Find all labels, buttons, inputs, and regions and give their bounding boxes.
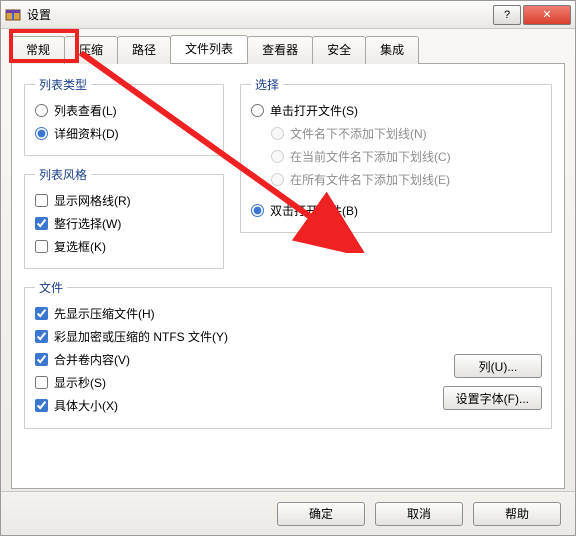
- help-button[interactable]: 帮助: [473, 502, 561, 526]
- group-list-style: 列表风格 显示网格线(R) 整行选择(W) 复选框(K): [24, 166, 224, 269]
- check-checkboxes[interactable]: 复选框(K): [35, 235, 213, 258]
- group-list-type-legend: 列表类型: [35, 76, 91, 93]
- set-font-button[interactable]: 设置字体(F)...: [443, 386, 542, 410]
- titlebar-close-button[interactable]: ✕: [523, 5, 571, 25]
- radio-single-click[interactable]: 单击打开文件(S): [251, 99, 541, 122]
- radio-underline-all: 在所有文件名下添加下划线(E): [271, 168, 541, 191]
- settings-window: 设置 ? ✕ 常规 压缩 路径 文件列表 查看器 安全 集成 列表类型 列表查看…: [0, 0, 576, 536]
- tab-integration[interactable]: 集成: [365, 36, 419, 64]
- tabstrip: 常规 压缩 路径 文件列表 查看器 安全 集成: [1, 29, 575, 63]
- help-icon: ?: [504, 9, 510, 21]
- dialog-button-bar: 确定 取消 帮助: [1, 491, 575, 535]
- radio-underline-none: 文件名下不添加下划线(N): [271, 122, 541, 145]
- titlebar: 设置 ? ✕: [1, 1, 575, 29]
- tab-pane: 列表类型 列表查看(L) 详细资料(D) 列表风格 显示网格线(R): [11, 63, 565, 489]
- group-selection-legend: 选择: [251, 76, 283, 93]
- check-gridlines[interactable]: 显示网格线(R): [35, 189, 213, 212]
- window-title: 设置: [27, 6, 51, 23]
- check-fullrow[interactable]: 整行选择(W): [35, 212, 213, 235]
- tab-filelist[interactable]: 文件列表: [170, 35, 248, 63]
- tab-viewer[interactable]: 查看器: [247, 36, 313, 64]
- columns-button[interactable]: 列(U)...: [454, 354, 542, 378]
- radio-underline-current: 在当前文件名下添加下划线(C): [271, 145, 541, 168]
- side-buttons: 列(U)... 设置字体(F)...: [443, 354, 542, 410]
- close-icon: ✕: [542, 8, 551, 21]
- group-list-type: 列表类型 列表查看(L) 详细资料(D): [24, 76, 224, 156]
- tab-paths[interactable]: 路径: [117, 36, 171, 64]
- radio-double-click[interactable]: 双击打开文件(B): [251, 199, 541, 222]
- titlebar-help-button[interactable]: ?: [493, 5, 521, 25]
- check-color-ntfs[interactable]: 彩显加密或压缩的 NTFS 文件(Y): [35, 325, 541, 348]
- radio-list-view[interactable]: 列表查看(L): [35, 99, 213, 122]
- cancel-button[interactable]: 取消: [375, 502, 463, 526]
- group-selection: 选择 单击打开文件(S) 文件名下不添加下划线(N) 在当前文件名下添加下划线(…: [240, 76, 552, 233]
- group-files-legend: 文件: [35, 279, 67, 296]
- app-icon: [5, 7, 21, 23]
- check-archives-first[interactable]: 先显示压缩文件(H): [35, 302, 541, 325]
- tab-compression[interactable]: 压缩: [64, 36, 118, 64]
- group-list-style-legend: 列表风格: [35, 166, 91, 183]
- tab-security[interactable]: 安全: [312, 36, 366, 64]
- radio-details-view[interactable]: 详细资料(D): [35, 122, 213, 145]
- tab-general[interactable]: 常规: [11, 36, 65, 64]
- ok-button[interactable]: 确定: [277, 502, 365, 526]
